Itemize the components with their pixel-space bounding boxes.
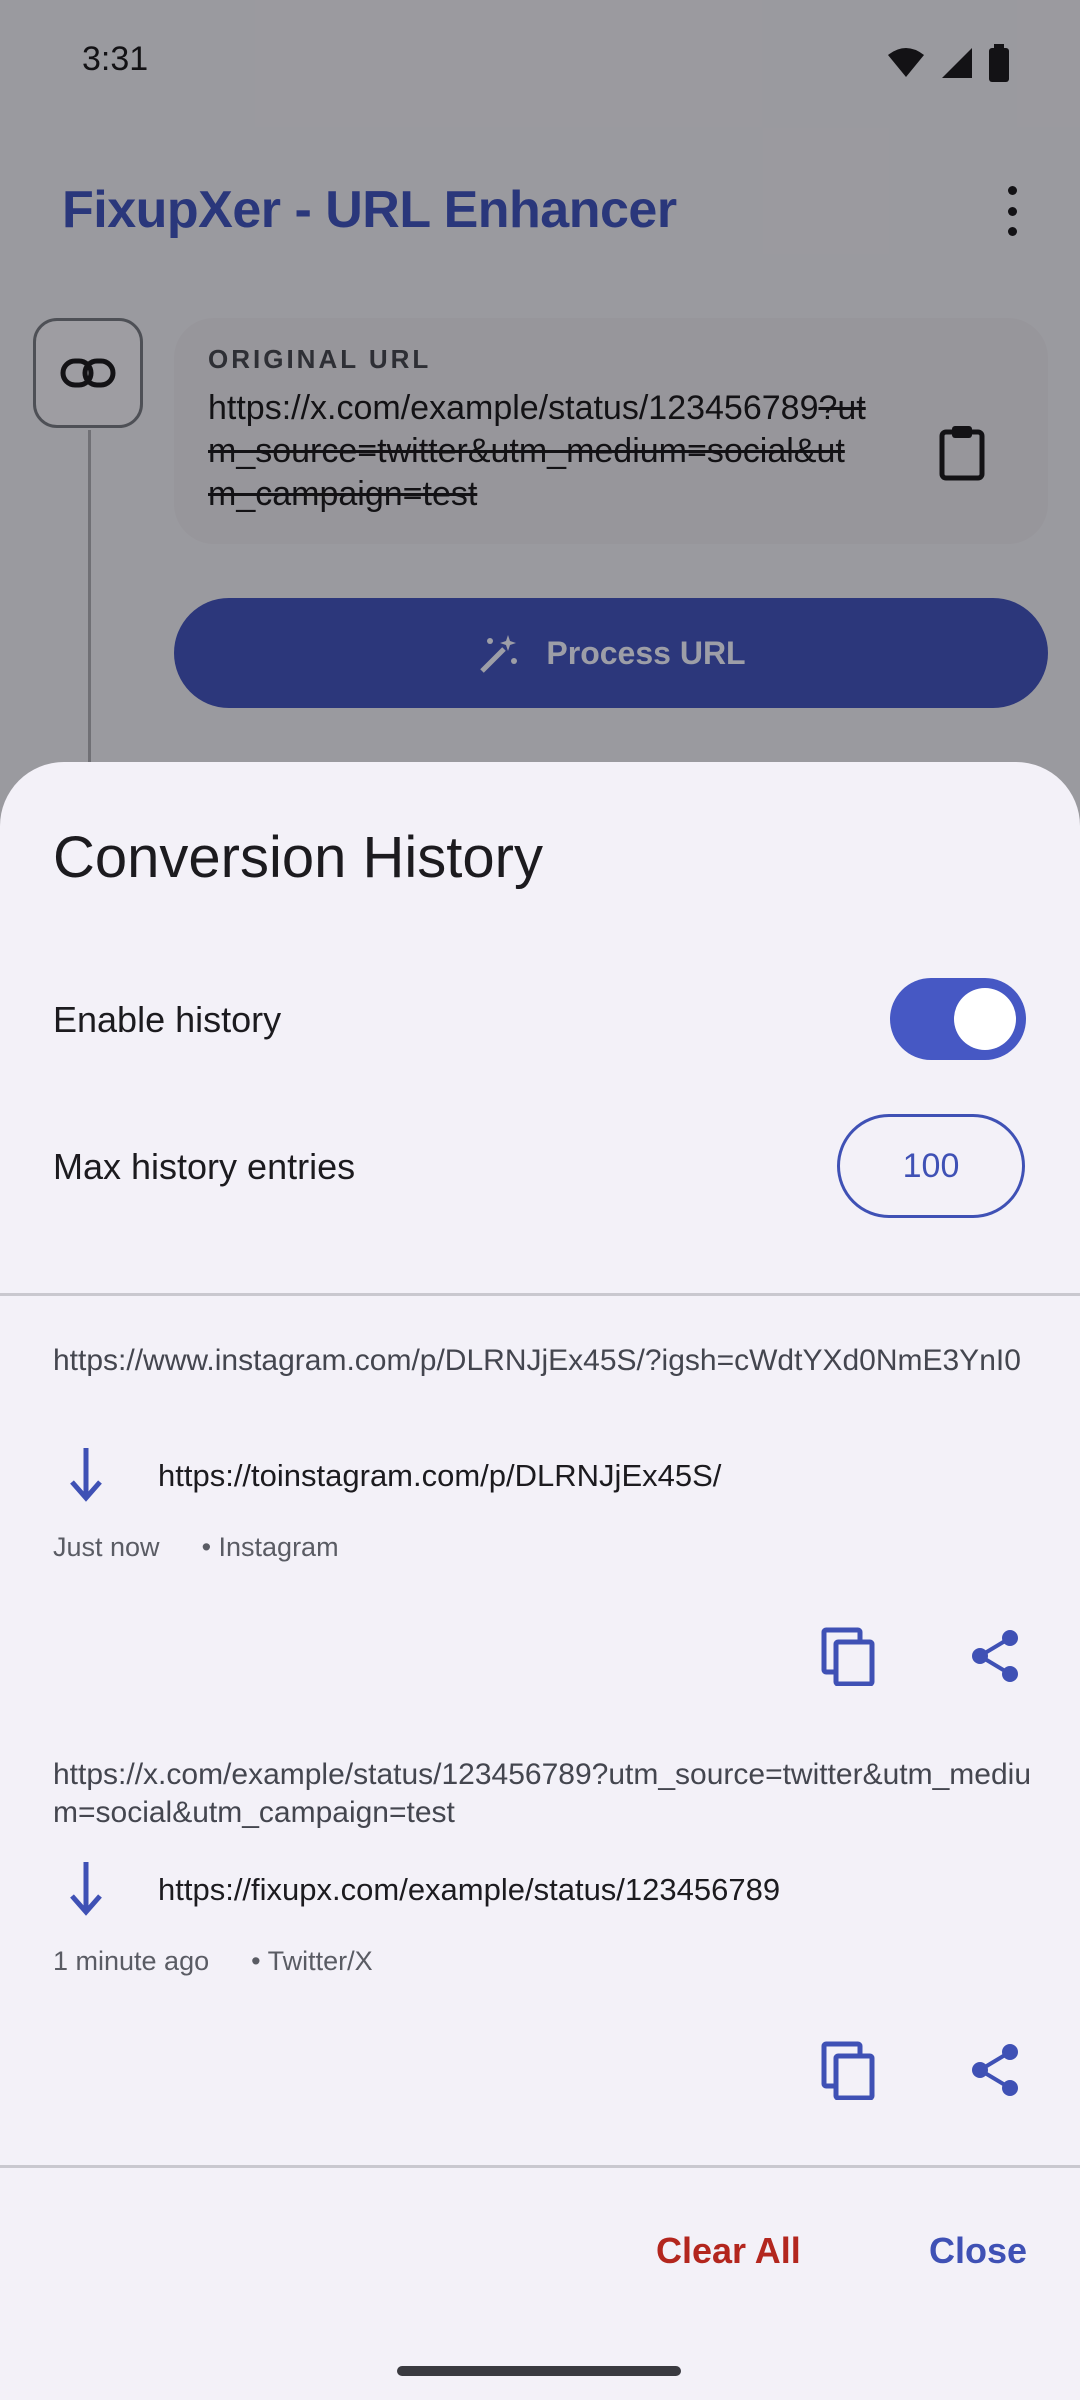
home-indicator[interactable] bbox=[397, 2366, 681, 2376]
history-sheet: Conversion History Enable history Max hi… bbox=[0, 762, 1080, 2400]
entry-original-url: https://x.com/example/status/123456789?u… bbox=[53, 1758, 1032, 1829]
max-history-label: Max history entries bbox=[53, 1146, 356, 1187]
close-button[interactable]: Close bbox=[929, 2230, 1027, 2272]
entry-time: Just now bbox=[53, 1532, 160, 1562]
copy-icon[interactable] bbox=[816, 1624, 880, 1688]
sheet-title: Conversion History bbox=[53, 825, 543, 890]
entry-platform: • Twitter/X bbox=[251, 1946, 373, 1976]
share-icon[interactable] bbox=[964, 1624, 1028, 1688]
copy-icon[interactable] bbox=[816, 2038, 880, 2102]
entry-time: 1 minute ago bbox=[53, 1946, 210, 1976]
entry-converted-url[interactable]: https://toinstagram.com/p/DLRNJjEx45S/ bbox=[158, 1458, 721, 1494]
max-history-field[interactable]: 100 bbox=[837, 1114, 1025, 1218]
enable-history-label: Enable history bbox=[53, 999, 282, 1040]
entry-original-url: https://www.instagram.com/p/DLRNJjEx45S/… bbox=[53, 1344, 1021, 1377]
arrow-down-icon bbox=[70, 1862, 102, 1916]
arrow-down-icon bbox=[70, 1448, 102, 1502]
enable-history-toggle[interactable] bbox=[890, 978, 1026, 1060]
entry-meta: 1 minute ago • Twitter/X bbox=[53, 1946, 373, 1977]
clear-all-button[interactable]: Clear All bbox=[656, 2230, 801, 2272]
divider-top bbox=[0, 1293, 1080, 1296]
toggle-thumb bbox=[954, 988, 1016, 1050]
entry-meta: Just now • Instagram bbox=[53, 1532, 339, 1563]
entry-converted-url[interactable]: https://fixupx.com/example/status/123456… bbox=[158, 1872, 780, 1908]
divider-bottom bbox=[0, 2165, 1080, 2168]
share-icon[interactable] bbox=[964, 2038, 1028, 2102]
entry-platform: • Instagram bbox=[201, 1532, 339, 1562]
